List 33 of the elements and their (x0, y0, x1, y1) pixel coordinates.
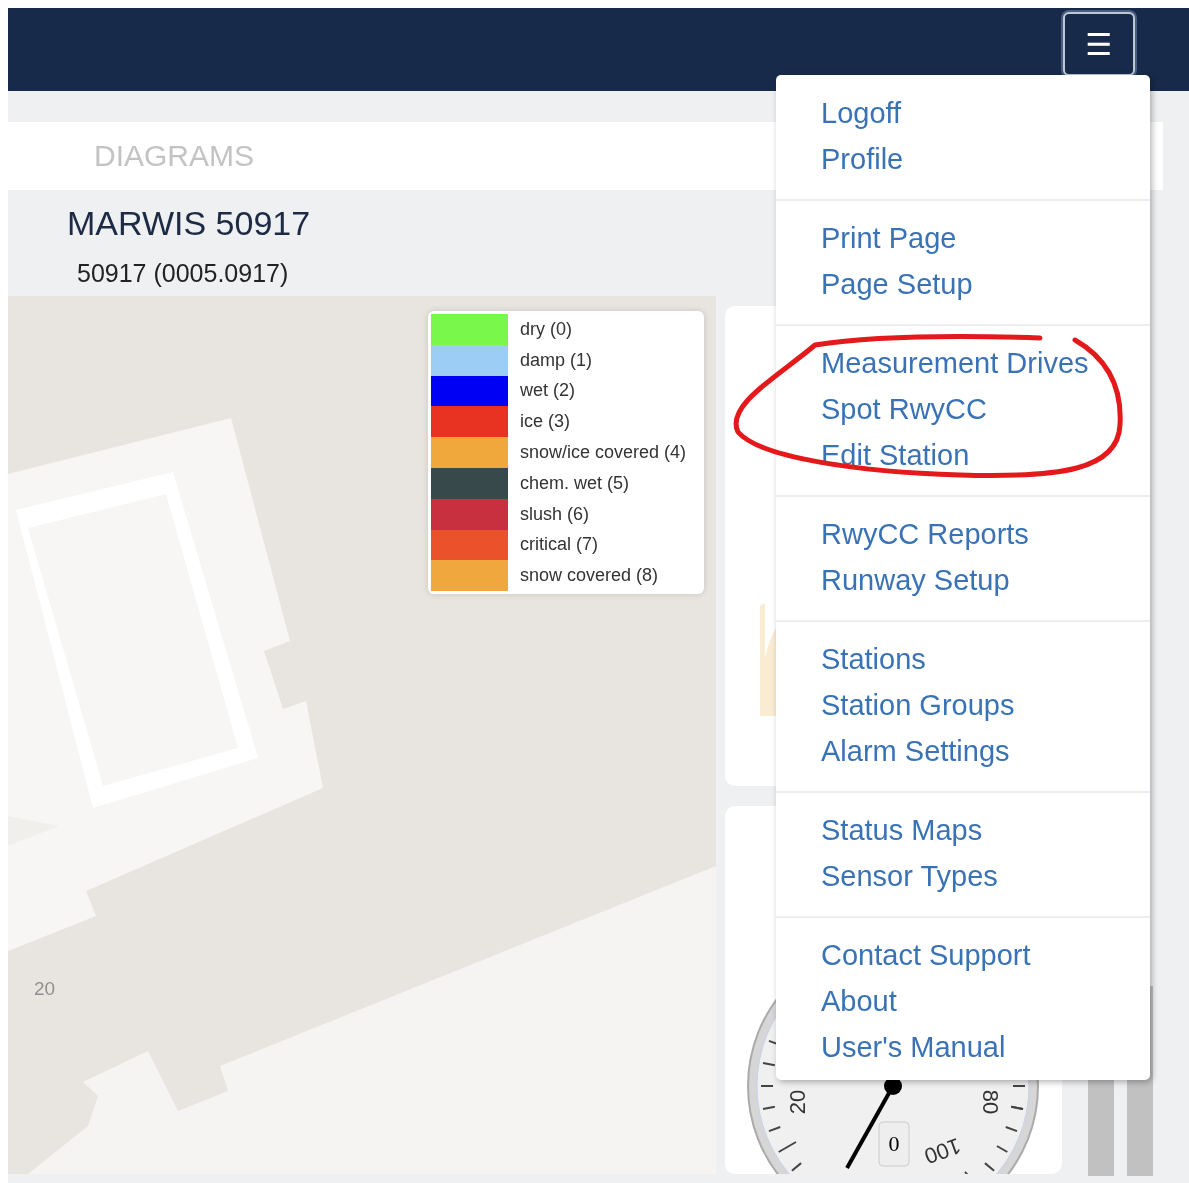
gauge-tick-label: 80 (978, 1089, 1003, 1115)
menu-item[interactable]: About (821, 978, 1150, 1024)
menu-item[interactable]: Stations (821, 636, 1150, 682)
map-label: 20 (34, 978, 56, 1000)
menu-item[interactable]: Spot RwyCC (821, 386, 1150, 432)
gauge-reading: 0 (888, 1131, 900, 1156)
legend-label: snow/ice covered (4) (520, 442, 687, 464)
menu-button[interactable]: ☰ (1063, 12, 1135, 76)
legend-label: wet (2) (520, 380, 575, 402)
menu-item[interactable]: Measurement Drives (821, 340, 1150, 386)
legend-label: ice (3) (520, 411, 570, 433)
legend-label: critical (7) (520, 534, 598, 556)
station-subtitle: 50917 (0005.0917) (77, 259, 289, 288)
menu-item[interactable]: User's Manual (821, 1024, 1150, 1070)
menu-item[interactable]: Page Setup (821, 261, 1150, 307)
menu-item[interactable]: Status Maps (821, 807, 1150, 853)
menu-item[interactable]: Runway Setup (821, 557, 1150, 603)
gauge-tick-label: 20 (785, 1089, 810, 1115)
menu-item[interactable]: Alarm Settings (821, 728, 1150, 774)
legend-label: slush (6) (520, 503, 590, 525)
station-title: MARWIS 50917 (67, 204, 311, 243)
legend-label: chem. wet (5) (520, 472, 630, 494)
gauge-tick-label: 100 (921, 1133, 965, 1170)
menu-item[interactable]: Profile (821, 136, 1150, 182)
menu-item[interactable]: Logoff (821, 90, 1150, 136)
menu-item[interactable]: Print Page (821, 215, 1150, 261)
legend-label: damp (1) (520, 349, 593, 371)
legend-label: snow covered (8) (520, 565, 659, 587)
menu-item[interactable]: RwyCC Reports (821, 511, 1150, 557)
menu-item[interactable]: Station Groups (821, 682, 1150, 728)
legend-label: dry (0) (520, 318, 572, 340)
menu-item[interactable]: Sensor Types (821, 853, 1150, 899)
menu-item[interactable]: Contact Support (821, 932, 1150, 978)
